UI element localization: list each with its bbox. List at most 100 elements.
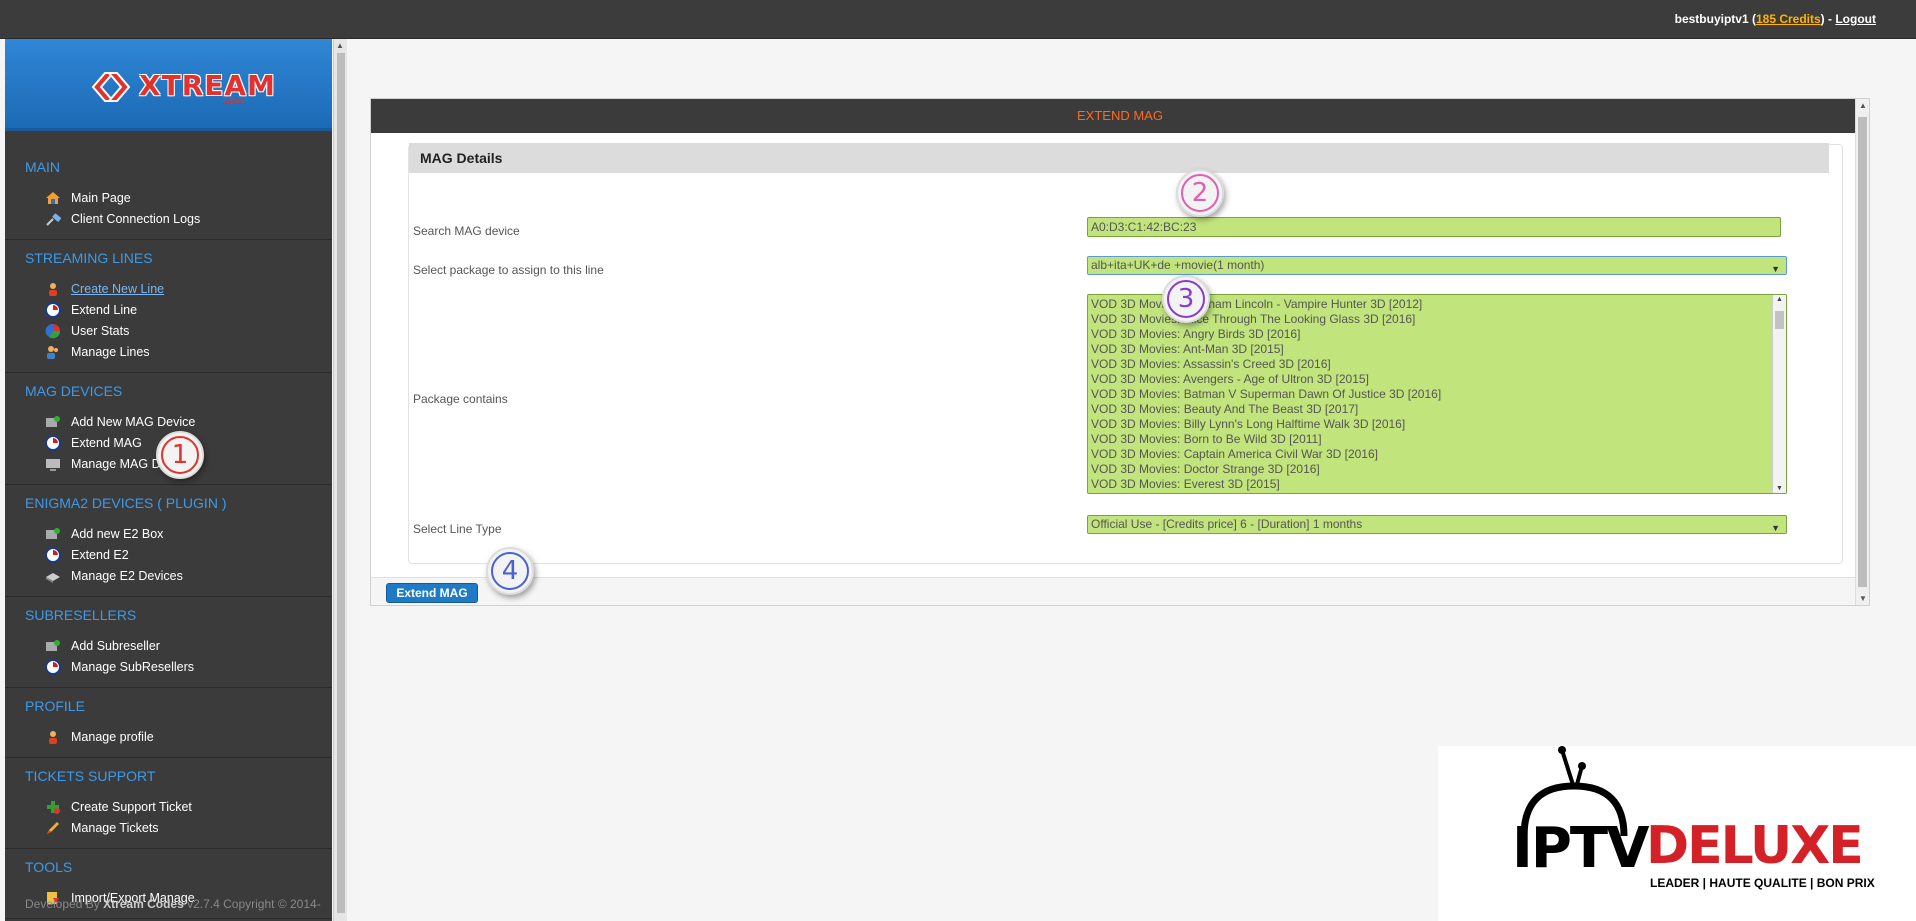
list-item[interactable]: VOD 3D Movies: Batman V Superman Dawn Of… <box>1091 387 1786 402</box>
step-badge-1: 1 <box>156 431 204 479</box>
sidebar-item-manage-lines[interactable]: Manage Lines <box>45 341 332 362</box>
sidebar-item-create-new-line[interactable]: Create New Line <box>45 278 332 299</box>
package-contents-list[interactable]: VOD 3D Movies: Abraham Lincoln - Vampire… <box>1087 294 1787 494</box>
device-add-icon <box>46 415 60 427</box>
panel-footer <box>371 577 1855 605</box>
scroll-down-arrow-icon[interactable]: ▼ <box>1776 485 1783 492</box>
footer-brand: Xtream Codes <box>103 897 184 911</box>
box-icon <box>46 572 60 583</box>
pencil-icon <box>47 821 59 834</box>
sidebar-scrollbar[interactable]: ▲ <box>333 39 347 921</box>
section-title: TICKETS SUPPORT <box>25 768 156 784</box>
user-info: bestbuyiptv1 (185 Credits) - Logout <box>1674 12 1876 26</box>
sidebar-item-user-stats[interactable]: User Stats <box>45 320 332 341</box>
logo-header[interactable]: XTREAM CODES <box>5 39 332 131</box>
sidebar-section-enigma2-devices: ENIGMA2 DEVICES ( PLUGIN ) Add new E2 Bo… <box>5 485 332 597</box>
sidebar-item-manage-tickets[interactable]: Manage Tickets <box>45 817 332 838</box>
sidebar-item-extend-e2[interactable]: Extend E2 <box>45 544 332 565</box>
monitor-icon <box>46 458 60 471</box>
plus-icon <box>47 800 60 814</box>
list-item[interactable]: VOD 3D Movies: Assassin's Creed 3D [2016… <box>1091 357 1786 372</box>
sidebar-section-main: MAIN Main Page Client Connection Logs <box>5 131 332 240</box>
sidebar-item-client-connection-logs[interactable]: Client Connection Logs <box>45 208 332 229</box>
watermark-iptv-text: IPTV <box>1512 816 1649 881</box>
device-add-icon <box>46 527 60 539</box>
panel-title: EXTEND MAG <box>371 99 1869 133</box>
user-add-icon <box>49 282 57 296</box>
list-item[interactable]: VOD 3D Movies: Everest 3D [2015] <box>1091 477 1786 492</box>
list-item[interactable]: VOD 3D Movies: Avengers - Age of Ultron … <box>1091 372 1786 387</box>
list-item[interactable]: VOD 3D Movies: Billy Lynn's Long Halftim… <box>1091 417 1786 432</box>
pie-chart-icon <box>45 323 61 338</box>
sidebar-section-profile: PROFILE Manage profile <box>5 688 332 758</box>
mag-details-title: MAG Details <box>409 143 1829 173</box>
logo-subtext: CODES <box>223 99 245 105</box>
panel-scrollbar[interactable]: ▲ ▼ <box>1855 99 1869 605</box>
clock-icon <box>45 301 61 318</box>
scrollbar-thumb[interactable] <box>1858 117 1867 587</box>
plug-icon <box>46 213 61 226</box>
sidebar-item-extend-line[interactable]: Extend Line <box>45 299 332 320</box>
top-bar: bestbuyiptv1 (185 Credits) - Logout <box>0 0 1916 39</box>
section-title: STREAMING LINES <box>25 250 153 266</box>
package-select[interactable]: alb+ita+UK+de +movie(1 month) ▼ <box>1087 256 1787 275</box>
sidebar-item-add-subreseller[interactable]: Add Subreseller <box>45 635 332 656</box>
list-item[interactable]: VOD 3D Movies: Ant-Man 3D [2015] <box>1091 342 1786 357</box>
section-title: MAIN <box>25 159 60 175</box>
clock-icon <box>45 546 61 563</box>
step-badge-4: 4 <box>486 547 534 595</box>
package-contains-label: Package contains <box>413 392 508 406</box>
scroll-up-arrow-icon[interactable]: ▲ <box>1776 296 1783 303</box>
chevron-down-icon: ▼ <box>1771 523 1780 533</box>
sidebar: XTREAM CODES MAIN Main Page Client Conne… <box>5 39 332 921</box>
sidebar-item-create-support-ticket[interactable]: Create Support Ticket <box>45 796 332 817</box>
logo-text: XTREAM <box>139 69 276 102</box>
line-type-select[interactable]: Official Use - [Credits price] 6 - [Dura… <box>1087 515 1787 534</box>
section-title: MAG DEVICES <box>25 383 123 399</box>
section-title: SUBRESELLERS <box>25 607 137 623</box>
list-scrollbar[interactable]: ▲ ▼ <box>1772 295 1786 493</box>
sidebar-item-add-new-e2-box[interactable]: Add new E2 Box <box>45 523 332 544</box>
extend-mag-panel: EXTEND MAG MAG Details Search MAG device… <box>370 98 1870 606</box>
section-title: PROFILE <box>25 698 85 714</box>
sidebar-item-main-page[interactable]: Main Page <box>45 187 332 208</box>
list-item[interactable]: VOD 3D Movies: Beauty And The Beast 3D [… <box>1091 402 1786 417</box>
sidebar-section-streaming-lines: STREAMING LINES Create New Line Extend L… <box>5 240 332 373</box>
sidebar-item-add-new-mag-device[interactable]: Add New MAG Device <box>45 411 332 432</box>
watermark-tagline: LEADER | HAUTE QUALITE | BON PRIX <box>1650 876 1875 890</box>
scrollbar-thumb[interactable] <box>337 53 345 913</box>
credits-link[interactable]: 185 Credits <box>1756 12 1821 26</box>
step-badge-3: 3 <box>1162 275 1210 323</box>
section-title: ENIGMA2 DEVICES ( PLUGIN ) <box>25 495 227 511</box>
list-item[interactable]: VOD 3D Movies: Captain America Civil War… <box>1091 447 1786 462</box>
list-item[interactable]: VOD 3D Movies: Doctor Strange 3D [2016] <box>1091 462 1786 477</box>
xtream-logo-icon <box>91 72 131 102</box>
user-icon <box>49 730 57 744</box>
scroll-up-arrow-icon[interactable]: ▲ <box>1859 101 1867 110</box>
home-icon <box>46 191 60 204</box>
scrollbar-thumb[interactable] <box>1775 311 1784 329</box>
clock-icon <box>45 434 61 451</box>
list-item[interactable]: VOD 3D Movies: Angry Birds 3D [2016] <box>1091 327 1786 342</box>
select-line-type-label: Select Line Type <box>413 522 502 536</box>
iptv-deluxe-watermark: IPTV DELUXE LEADER | HAUTE QUALITE | BON… <box>1438 746 1916 921</box>
extend-mag-button[interactable]: Extend MAG <box>386 583 478 603</box>
sidebar-item-manage-profile[interactable]: Manage profile <box>45 726 332 747</box>
scroll-down-arrow-icon[interactable]: ▼ <box>1859 594 1867 603</box>
step-badge-2: 2 <box>1176 169 1224 217</box>
sidebar-section-subresellers: SUBRESELLERS Add Subreseller Manage SubR… <box>5 597 332 688</box>
search-mag-input[interactable] <box>1087 217 1781 237</box>
watermark-deluxe-text: DELUXE <box>1646 816 1864 876</box>
list-item[interactable]: VOD 3D Movies: Born to Be Wild 3D [2011] <box>1091 432 1786 447</box>
sidebar-item-manage-e2-devices[interactable]: Manage E2 Devices <box>45 565 332 586</box>
scroll-up-arrow-icon[interactable]: ▲ <box>336 41 344 50</box>
username: bestbuyiptv1 <box>1674 12 1749 26</box>
logout-link[interactable]: Logout <box>1835 12 1876 26</box>
search-mag-label: Search MAG device <box>413 224 520 238</box>
section-title: TOOLS <box>25 859 73 875</box>
users-icon <box>47 345 58 359</box>
sidebar-section-tickets-support: TICKETS SUPPORT Create Support Ticket Ma… <box>5 758 332 849</box>
device-add-icon <box>46 639 60 651</box>
select-package-label: Select package to assign to this line <box>413 263 604 277</box>
sidebar-item-manage-subresellers[interactable]: Manage SubResellers <box>45 656 332 677</box>
